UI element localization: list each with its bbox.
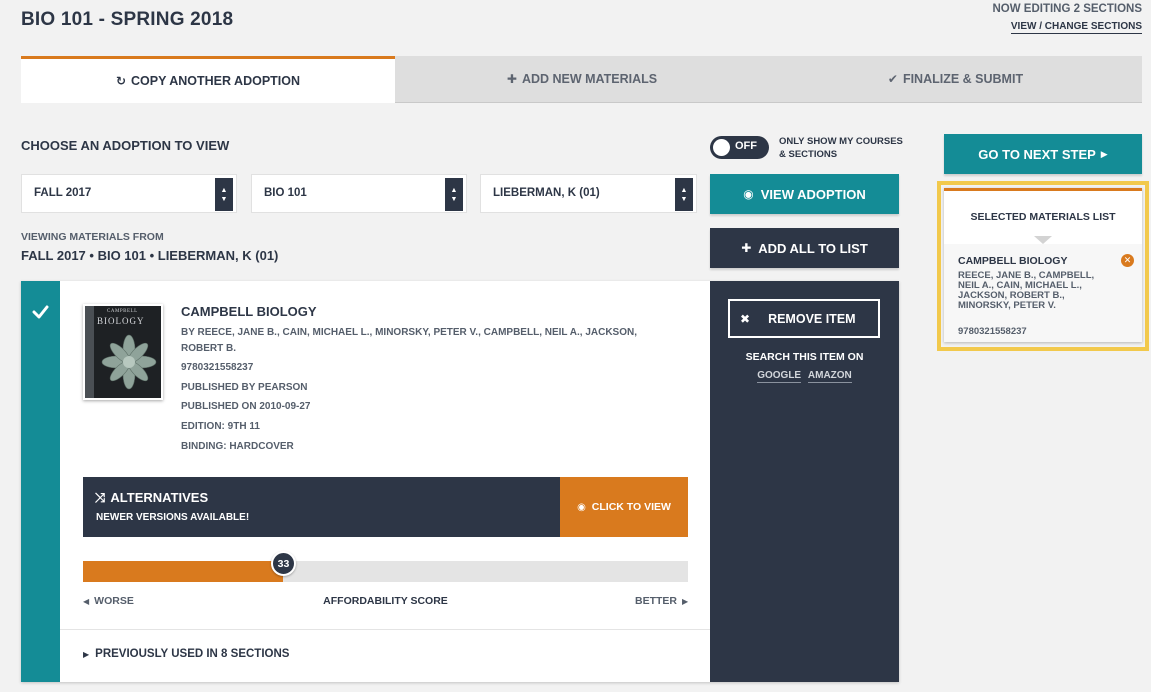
book-binding: BINDING: HARDCOVER xyxy=(181,441,294,452)
add-all-to-list-button[interactable]: ✚ ADD ALL TO LIST xyxy=(710,228,899,268)
only-my-courses-toggle[interactable]: OFF xyxy=(710,136,769,159)
selected-item-title: CAMPBELL BIOLOGY xyxy=(958,255,1068,267)
select-arrows-icon: ▲ ▼ xyxy=(445,178,463,211)
amazon-link[interactable]: AMAZON xyxy=(807,370,852,383)
step-tabs: ↻ COPY ANOTHER ADOPTION ✚ ADD NEW MATERI… xyxy=(21,56,1142,103)
editing-status: NOW EDITING 2 SECTIONS xyxy=(992,3,1142,15)
course-select-value: BIO 101 xyxy=(264,187,307,199)
toggle-knob xyxy=(713,139,730,156)
eye-icon: ◉ xyxy=(577,501,586,513)
add-all-label: ADD ALL TO LIST xyxy=(758,240,868,256)
viewing-label: VIEWING MATERIALS FROM xyxy=(21,231,164,243)
affordability-score-fill xyxy=(83,561,283,582)
selected-indicator[interactable] xyxy=(21,281,60,682)
affordability-score-label: AFFORDABILITY SCORE xyxy=(323,595,448,607)
caret-right-icon: ▶ xyxy=(83,650,90,659)
selected-materials-highlight: SELECTED MATERIALS LIST CAMPBELL BIOLOGY… xyxy=(937,181,1149,351)
tab-label: ADD NEW MATERIALS xyxy=(521,72,658,86)
shuffle-icon: ⤨ xyxy=(95,490,106,505)
book-authors-continued: ROBERT B. xyxy=(181,343,236,354)
book-published-date: PUBLISHED ON 2010-09-27 xyxy=(181,401,311,412)
select-arrows-icon: ▲ ▼ xyxy=(215,178,233,211)
tab-finalize[interactable]: ✔ FINALIZE & SUBMIT xyxy=(769,56,1142,103)
remove-item-button[interactable]: ✖ REMOVE ITEM xyxy=(728,299,880,338)
page-title: BIO 101 - SPRING 2018 xyxy=(21,9,234,30)
search-this-item-label: SEARCH THIS ITEM ON xyxy=(745,351,864,363)
viewing-value: FALL 2017 • BIO 101 • LIEBERMAN, K (01) xyxy=(21,248,279,263)
book-authors: BY REECE, JANE B., CAIN, MICHAEL L., MIN… xyxy=(181,327,637,338)
plus-icon: ✚ xyxy=(741,241,752,255)
term-select[interactable]: FALL 2017 ▲ ▼ xyxy=(21,174,237,213)
remove-selected-icon[interactable]: ✕ xyxy=(1121,254,1134,267)
caret-right-icon: ▶ xyxy=(682,597,689,606)
book-title: CAMPBELL BIOLOGY xyxy=(181,304,317,319)
close-icon: ✖ xyxy=(740,311,751,326)
view-adoption-button[interactable]: ◉ VIEW ADOPTION xyxy=(710,174,899,214)
instructor-select[interactable]: LIEBERMAN, K (01) ▲ ▼ xyxy=(480,174,697,213)
google-link[interactable]: GOOGLE xyxy=(757,370,802,383)
pointer-triangle xyxy=(1034,236,1052,244)
book-publisher: PUBLISHED BY PEARSON xyxy=(181,382,308,393)
checkmark-icon xyxy=(32,305,49,319)
book-edition: EDITION: 9TH 11 xyxy=(181,421,260,432)
alternatives-title: ⤨ ALTERNATIVES xyxy=(95,490,209,505)
selected-materials-list: SELECTED MATERIALS LIST CAMPBELL BIOLOGY… xyxy=(944,188,1142,342)
selected-item-isbn: 9780321558237 xyxy=(958,326,1027,337)
instructor-select-value: LIEBERMAN, K (01) xyxy=(493,187,600,199)
select-arrows-icon: ▲ ▼ xyxy=(675,178,693,211)
divider xyxy=(60,629,710,630)
succulent-plant-icon xyxy=(101,334,157,390)
cover-title-text: BIOLOGY xyxy=(97,316,145,326)
choose-heading: CHOOSE AN ADOPTION TO VIEW xyxy=(21,138,230,153)
term-select-value: FALL 2017 xyxy=(34,187,92,199)
caret-right-icon: ▶ xyxy=(1100,148,1108,159)
selected-materials-heading: SELECTED MATERIALS LIST xyxy=(970,211,1116,223)
alternatives-subtitle: NEWER VERSIONS AVAILABLE! xyxy=(96,512,250,523)
selected-material-item: CAMPBELL BIOLOGY ✕ REECE, JANE B., CAMPB… xyxy=(944,244,1142,342)
click-to-view-label: CLICK TO VIEW xyxy=(591,501,671,513)
eye-icon: ◉ xyxy=(743,187,754,201)
click-to-view-button[interactable]: ◉ CLICK TO VIEW xyxy=(560,477,688,537)
affordability-score-value: 33 xyxy=(271,551,296,576)
book-isbn: 9780321558237 xyxy=(181,362,254,373)
plus-icon: ✚ xyxy=(506,72,517,86)
toggle-label: ONLY SHOW MY COURSES & SECTIONS xyxy=(779,136,903,160)
affordability-score-bar: 33 xyxy=(83,551,688,582)
refresh-icon: ↻ xyxy=(115,73,127,88)
tab-label: COPY ANOTHER ADOPTION xyxy=(131,73,301,88)
check-icon: ✔ xyxy=(887,72,898,86)
tab-label: FINALIZE & SUBMIT xyxy=(902,72,1024,86)
selected-item-authors: REECE, JANE B., CAMPBELL, NEIL A., CAIN,… xyxy=(958,270,1095,311)
next-step-label: GO TO NEXT STEP xyxy=(978,146,1096,162)
external-search-links: GOOGLE AMAZON xyxy=(710,370,899,383)
book-cover-image: CAMPBELL BIOLOGY xyxy=(83,304,163,400)
tab-copy-adoption[interactable]: ↻ COPY ANOTHER ADOPTION xyxy=(21,56,395,103)
change-sections-link[interactable]: VIEW / CHANGE SECTIONS xyxy=(1010,21,1142,34)
view-adoption-label: VIEW ADOPTION xyxy=(760,186,866,202)
course-select[interactable]: BIO 101 ▲ ▼ xyxy=(251,174,467,213)
item-actions-panel: ✖ REMOVE ITEM SEARCH THIS ITEM ON GOOGLE… xyxy=(710,281,899,682)
go-to-next-step-button[interactable]: GO TO NEXT STEP ▶ xyxy=(944,134,1142,174)
tab-add-materials[interactable]: ✚ ADD NEW MATERIALS xyxy=(395,56,769,103)
toggle-state: OFF xyxy=(735,140,757,152)
remove-item-label: REMOVE ITEM xyxy=(768,311,856,326)
material-card: CAMPBELL BIOLOGY CAMPBELL BIOLOGY BY REE… xyxy=(21,281,899,682)
alternatives-banner: ⤨ ALTERNATIVES NEWER VERSIONS AVAILABLE! … xyxy=(83,477,688,537)
score-better-label: BETTER ▶ xyxy=(635,595,689,607)
cover-small-text: CAMPBELL xyxy=(107,309,138,314)
previously-used-toggle[interactable]: ▶ PREVIOUSLY USED IN 8 SECTIONS xyxy=(83,648,289,660)
